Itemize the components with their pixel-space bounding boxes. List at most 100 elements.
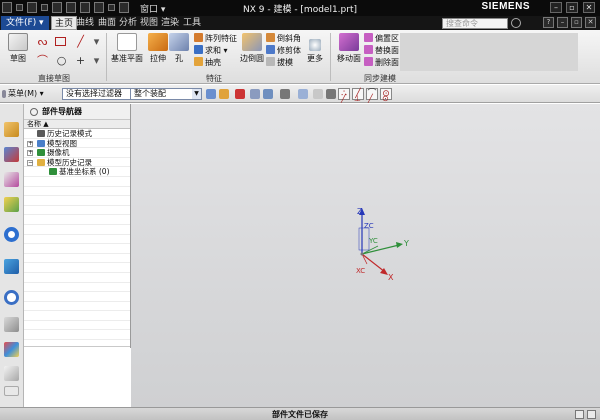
rectangle-select-icon[interactable] xyxy=(280,89,290,99)
offset-region-button[interactable]: 偏置区 xyxy=(364,33,399,44)
web-browser-icon[interactable] xyxy=(4,227,19,242)
more-sketch-icon[interactable]: ▾ xyxy=(90,54,103,67)
expand-toggle-icon[interactable]: + xyxy=(27,140,33,147)
datum-csys-triad[interactable]: Z Y X ZC YC XC xyxy=(343,202,413,282)
point-icon[interactable]: + xyxy=(74,54,87,67)
yc-axis-label: YC xyxy=(368,237,378,245)
move-face-button[interactable]: 移动面 xyxy=(335,33,363,64)
more-button[interactable]: 更多 xyxy=(304,33,326,64)
expand-toggle-icon[interactable]: + xyxy=(27,150,33,157)
rectangle-icon[interactable] xyxy=(55,37,66,46)
restore-button[interactable]: ▫ xyxy=(566,2,578,13)
column-header-name[interactable]: 名称 ▲ xyxy=(24,120,130,129)
replace-face-icon xyxy=(364,45,373,54)
sketch-curve-icon[interactable] xyxy=(263,89,273,99)
replace-face-button[interactable]: 替换面 xyxy=(364,45,399,56)
tab-curve[interactable]: 曲线 xyxy=(73,16,97,30)
trim-body-button[interactable]: 修剪体 xyxy=(266,45,301,56)
constraint-navigator-icon[interactable] xyxy=(4,172,19,187)
datum-plane-button[interactable]: 基准平面 xyxy=(110,33,144,64)
fullscreen-icon[interactable] xyxy=(575,410,584,419)
x-axis-line xyxy=(361,253,386,273)
tree-row-model-views[interactable]: + 模型视图 xyxy=(24,139,130,149)
command-search-input[interactable]: 搜查命令 xyxy=(442,18,508,29)
tree-row-datum-csys[interactable]: 基准坐标系 (0) xyxy=(24,167,130,177)
trim-body-label: 修剪体 xyxy=(277,46,301,55)
file-menu-button[interactable]: 文件(F) ▾ xyxy=(1,16,49,30)
pin-icon[interactable] xyxy=(30,108,38,116)
delete-face-button[interactable]: 删除面 xyxy=(364,57,399,68)
tree-row-label: 模型历史记录 xyxy=(47,157,92,167)
chevron-down-icon: ▼ xyxy=(192,89,201,99)
snap-tangent-icon[interactable]: ⊥ xyxy=(354,94,361,103)
graphics-window[interactable]: Z Y X ZC YC XC xyxy=(131,104,600,407)
pattern-feature-label: 阵列特征 xyxy=(205,34,237,43)
delete-face-label: 删除面 xyxy=(375,58,399,67)
search-icon[interactable] xyxy=(511,18,521,28)
assembly-navigator-icon[interactable] xyxy=(4,147,19,162)
move-face-label: 移动面 xyxy=(337,54,361,63)
menu-button[interactable]: 菜单(M) ▾ xyxy=(8,88,44,99)
snap-intersection-icon[interactable]: ╱ xyxy=(341,94,346,103)
help-icon[interactable]: ? xyxy=(543,17,554,28)
sync-modeling-group-label: 同步建模 xyxy=(364,74,396,83)
tree-row-model-history[interactable]: − 模型历史记录 xyxy=(24,158,130,168)
unite-button[interactable]: 求和 ▾ xyxy=(194,45,228,56)
tab-render[interactable]: 渲染 xyxy=(158,16,182,30)
view-icon[interactable] xyxy=(313,89,323,99)
more-label: 更多 xyxy=(307,54,323,63)
navigator-tree: 历史记录模式 + 模型视图 + 摄像机 − 模型历史记录 基准坐标系 (0) xyxy=(24,129,130,350)
edge-blend-button[interactable]: 边倒圆 xyxy=(238,33,266,64)
roles-icon[interactable] xyxy=(4,366,19,381)
chamfer-icon xyxy=(266,33,275,42)
snap-arc-center-icon[interactable]: ⊙ xyxy=(382,94,389,103)
filter-icon[interactable] xyxy=(206,89,216,99)
shell-label: 抽壳 xyxy=(205,58,221,67)
tree-row-cameras[interactable]: + 摄像机 xyxy=(24,148,130,158)
xc-axis-label: XC xyxy=(356,267,365,275)
select-all-icon[interactable] xyxy=(219,89,229,99)
profile-icon[interactable]: ᔓ xyxy=(36,35,49,48)
ribbon-tab-bar: 文件(F) ▾ 主页 曲线 曲面 分析 视图 渲染 工具 搜查命令 ? – ▫ … xyxy=(0,16,600,30)
empty-tree-row xyxy=(24,263,130,273)
empty-tree-row xyxy=(24,215,130,225)
sketch-button[interactable]: 草图 xyxy=(4,33,32,64)
more-icon xyxy=(309,39,321,51)
selection-scope-dropdown[interactable]: 整个装配 ▼ xyxy=(130,88,202,100)
dropdown-icon[interactable] xyxy=(326,89,336,99)
general-selection-icon[interactable] xyxy=(235,89,245,99)
minimize-button[interactable]: – xyxy=(550,2,562,13)
system-materials-icon[interactable] xyxy=(4,317,19,332)
snap-quadrant-icon[interactable]: ╱ xyxy=(368,94,373,103)
part-navigator-icon[interactable] xyxy=(4,122,19,137)
pattern-feature-button[interactable]: 阵列特征 xyxy=(194,33,237,44)
dropdown-icon[interactable]: ▾ xyxy=(90,35,103,48)
expand-toggle-icon[interactable]: − xyxy=(27,159,33,166)
close-button[interactable]: ✕ xyxy=(583,2,595,13)
layout-icon[interactable] xyxy=(587,410,596,419)
shell-button[interactable]: 抽壳 xyxy=(194,57,221,68)
restore-ribbon-icon[interactable]: ▫ xyxy=(571,17,582,28)
circle-icon[interactable]: ○ xyxy=(55,54,68,67)
arc-icon[interactable]: ⌒ xyxy=(36,54,49,67)
empty-tree-row xyxy=(24,330,130,341)
datum-plane-xz xyxy=(358,227,370,251)
close-part-icon[interactable]: ✕ xyxy=(585,17,596,28)
settings-icon[interactable] xyxy=(4,386,19,396)
feature-curve-icon[interactable] xyxy=(250,89,260,99)
history-icon[interactable] xyxy=(4,259,19,274)
line-icon[interactable]: ╱ xyxy=(74,35,87,48)
draft-button[interactable]: 拔模 xyxy=(266,57,293,68)
show-hide-icon[interactable] xyxy=(298,89,308,99)
sketch-label: 草图 xyxy=(10,54,26,63)
hole-button[interactable]: 孔 xyxy=(165,33,193,64)
minimize-ribbon-icon[interactable]: – xyxy=(557,17,568,28)
tab-tools[interactable]: 工具 xyxy=(180,16,204,30)
empty-tree-row xyxy=(24,273,130,283)
chamfer-button[interactable]: 倒斜角 xyxy=(266,33,301,44)
clock-icon[interactable] xyxy=(4,290,19,305)
reuse-library-icon[interactable] xyxy=(4,197,19,212)
unite-label: 求和 ▾ xyxy=(205,46,228,55)
tree-row-history-mode[interactable]: 历史记录模式 xyxy=(24,129,130,139)
palette-icon[interactable] xyxy=(4,342,19,357)
